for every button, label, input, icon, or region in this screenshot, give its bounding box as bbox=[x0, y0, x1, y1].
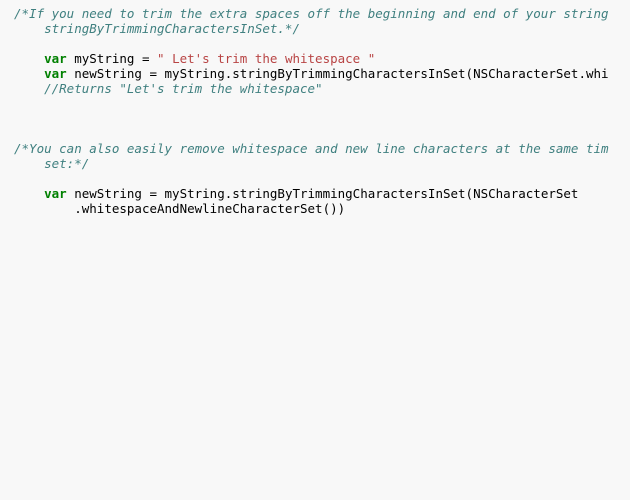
comment-line: set:*/ bbox=[14, 156, 89, 171]
comment-line: /*If you need to trim the extra spaces o… bbox=[14, 6, 609, 21]
expression: .whitespaceAndNewlineCharacterSet()) bbox=[74, 201, 345, 216]
identifier: newString bbox=[74, 66, 142, 81]
indent bbox=[14, 66, 44, 81]
comment-line: /*You can also easily remove whitespace … bbox=[14, 141, 609, 156]
string-literal: " Let's trim the whitespace " bbox=[157, 51, 375, 66]
operator: = bbox=[142, 66, 165, 81]
indent bbox=[14, 81, 44, 96]
indent bbox=[14, 186, 44, 201]
keyword-var: var bbox=[44, 66, 67, 81]
comment-line: //Returns "Let's trim the whitespace" bbox=[44, 81, 322, 96]
expression: myString.stringByTrimmingCharactersInSet… bbox=[165, 186, 579, 201]
operator: = bbox=[142, 186, 165, 201]
keyword-var: var bbox=[44, 186, 67, 201]
indent bbox=[14, 51, 44, 66]
expression: myString.stringByTrimmingCharactersInSet… bbox=[165, 66, 609, 81]
code-block: /*If you need to trim the extra spaces o… bbox=[0, 0, 630, 216]
identifier: myString bbox=[74, 51, 134, 66]
indent bbox=[14, 201, 74, 216]
identifier: newString bbox=[74, 186, 142, 201]
keyword-var: var bbox=[44, 51, 67, 66]
comment-line: stringByTrimmingCharactersInSet.*/ bbox=[14, 21, 300, 36]
operator: = bbox=[134, 51, 157, 66]
